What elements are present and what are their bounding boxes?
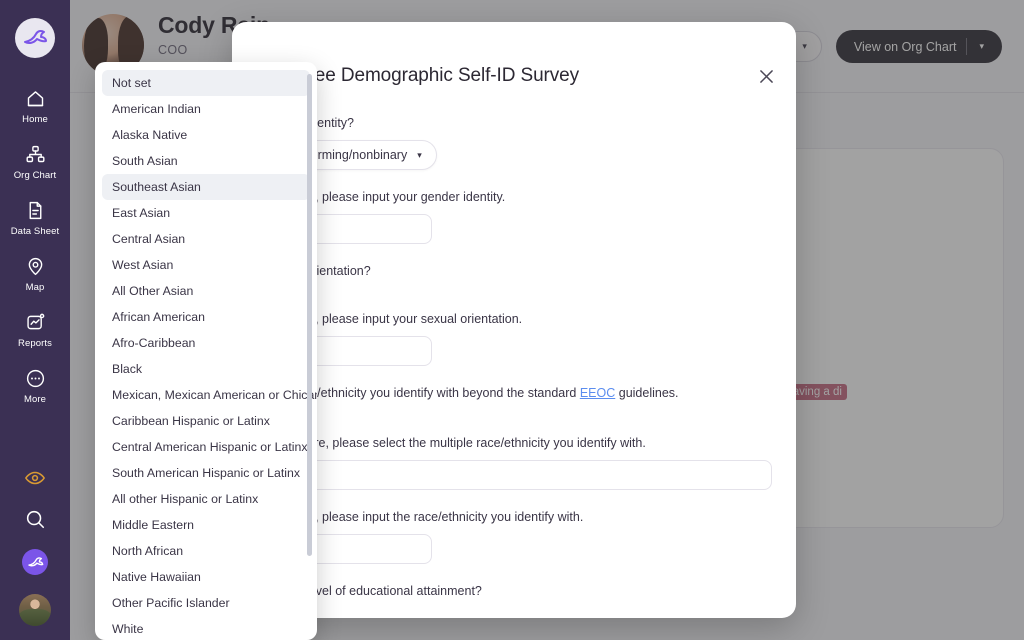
question-sexual-orientation-other: ot listed, please input your sexual orie… xyxy=(272,312,772,366)
dropdown-option[interactable]: Mexican, Mexican American or Chicanx xyxy=(102,382,310,408)
dropdown-option[interactable]: Alaska Native xyxy=(102,122,310,148)
dropdown-option[interactable]: Afro-Caribbean xyxy=(102,330,310,356)
dropdown-option[interactable]: Caribbean Hispanic or Latinx xyxy=(102,408,310,434)
sidebar-item-home[interactable]: Home xyxy=(0,88,70,125)
sidebar-item-label: Reports xyxy=(18,338,52,349)
race-ethnicity-dropdown: Not setAmerican IndianAlaska NativeSouth… xyxy=(95,62,317,640)
sidebar-nav-items: Home Org Chart xyxy=(0,88,70,424)
question-gender-identity-other: ot listed, please input your gender iden… xyxy=(272,190,772,244)
more-dots-icon xyxy=(25,368,46,389)
question-education-level: ghest level of educational attainment? xyxy=(272,584,772,598)
dropdown-scrollbar[interactable] xyxy=(307,74,312,556)
dropdown-option[interactable]: South American Hispanic or Latinx xyxy=(102,460,310,486)
brand-logo-icon[interactable] xyxy=(15,18,55,58)
dropdown-option[interactable]: American Indian xyxy=(102,96,310,122)
dropdown-option[interactable]: Central Asian xyxy=(102,226,310,252)
dropdown-option[interactable]: Native Hawaiian xyxy=(102,564,310,590)
sidebar-item-label: Org Chart xyxy=(14,170,57,181)
sidebar-item-data-sheet[interactable]: Data Sheet xyxy=(0,200,70,237)
sidebar-item-label: Data Sheet xyxy=(11,226,60,237)
question-label: ghest level of educational attainment? xyxy=(272,584,772,598)
home-icon xyxy=(25,88,46,109)
map-pin-icon xyxy=(25,256,46,277)
question-label-post: guidelines. xyxy=(615,386,678,400)
dropdown-option[interactable]: West Asian xyxy=(102,252,310,278)
question-multiple-race: o or more, please select the multiple ra… xyxy=(272,436,772,490)
dropdown-option[interactable]: Not set xyxy=(102,70,310,96)
question-race-ethnicity: the race/ethnicity you identify with bey… xyxy=(272,386,772,400)
dropdown-option[interactable]: East Asian xyxy=(102,200,310,226)
sidebar-item-reports[interactable]: Reports xyxy=(0,312,70,349)
dropdown-option[interactable]: White xyxy=(102,616,310,640)
sidebar-item-label: Home xyxy=(22,114,48,125)
dropdown-option[interactable]: Black xyxy=(102,356,310,382)
multiple-race-input[interactable] xyxy=(272,460,772,490)
question-race-other: ot listed, please input the race/ethnici… xyxy=(272,510,772,564)
question-sexual-orientation: exual orientation? xyxy=(272,264,772,278)
question-gender-identity: ender identity? conforming/nonbinary ▾ xyxy=(272,116,772,170)
dropdown-option[interactable]: Central American Hispanic or Latinx xyxy=(102,434,310,460)
question-label: o or more, please select the multiple ra… xyxy=(272,436,772,450)
app-root: Cody Rein COO e tasks ▾ View on Org Char… xyxy=(0,0,1024,640)
eye-icon[interactable] xyxy=(24,467,46,489)
dropdown-option-list: Not setAmerican IndianAlaska NativeSouth… xyxy=(102,70,310,640)
eeoc-link[interactable]: EEOC xyxy=(580,386,615,400)
question-label: exual orientation? xyxy=(272,264,772,278)
chevron-down-icon: ▾ xyxy=(417,150,422,161)
dropdown-option[interactable]: African American xyxy=(102,304,310,330)
search-icon[interactable] xyxy=(24,508,46,530)
sidebar: Home Org Chart xyxy=(0,0,70,640)
org-chart-icon xyxy=(25,144,46,165)
user-avatar[interactable] xyxy=(19,594,51,626)
dropdown-option[interactable]: Other Pacific Islander xyxy=(102,590,310,616)
dropdown-option[interactable]: All Other Asian xyxy=(102,278,310,304)
dropdown-option[interactable]: North African xyxy=(102,538,310,564)
dropdown-option[interactable]: South Asian xyxy=(102,148,310,174)
sidebar-item-map[interactable]: Map xyxy=(0,256,70,293)
question-label-pre: the race/ethnicity you identify with bey… xyxy=(272,386,580,400)
reports-icon xyxy=(25,312,46,333)
sidebar-item-more[interactable]: More xyxy=(0,368,70,405)
question-label: ender identity? xyxy=(272,116,772,130)
sidebar-item-label: Map xyxy=(26,282,45,293)
dropdown-option[interactable]: Middle Eastern xyxy=(102,512,310,538)
mini-brand-icon[interactable] xyxy=(22,549,48,575)
dropdown-option[interactable]: Southeast Asian xyxy=(102,174,310,200)
question-label: ot listed, please input your gender iden… xyxy=(272,190,772,204)
close-icon[interactable] xyxy=(756,66,776,86)
question-label: ot listed, please input the race/ethnici… xyxy=(272,510,772,524)
sidebar-bottom-actions xyxy=(0,467,70,626)
question-label: the race/ethnicity you identify with bey… xyxy=(272,386,772,400)
sidebar-item-org-chart[interactable]: Org Chart xyxy=(0,144,70,181)
dropdown-option[interactable]: All other Hispanic or Latinx xyxy=(102,486,310,512)
data-sheet-icon xyxy=(25,200,46,221)
sidebar-item-label: More xyxy=(24,394,46,405)
question-label: ot listed, please input your sexual orie… xyxy=(272,312,772,326)
